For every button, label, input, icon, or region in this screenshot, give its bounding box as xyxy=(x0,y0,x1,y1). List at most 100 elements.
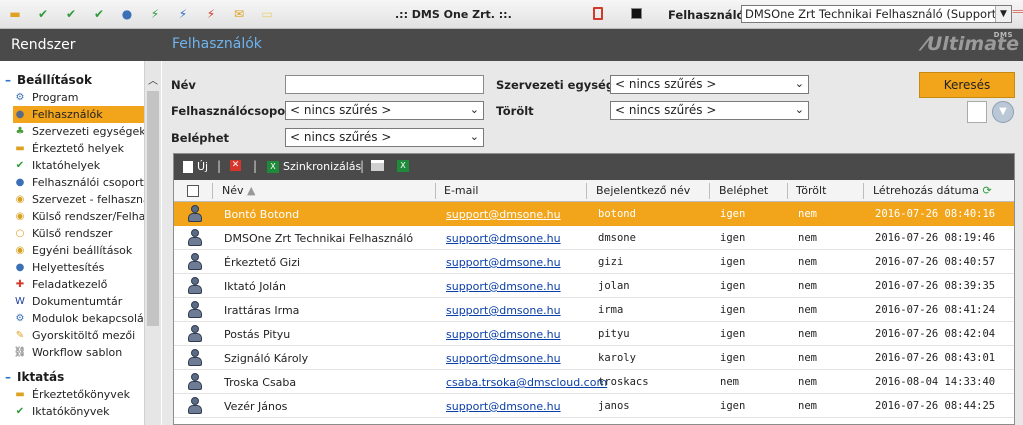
sidebar-item[interactable]: ▬ Érkeztetőkönyvek xyxy=(13,386,144,403)
cell-email[interactable]: support@dmsone.hu xyxy=(446,280,561,293)
sidebar-item[interactable]: ✔ Iktatóhelyek xyxy=(13,157,144,174)
refresh-icon[interactable]: ⟳ xyxy=(982,184,991,197)
sidebar-item[interactable]: ◉ Külső rendszer/Felhasz xyxy=(13,208,144,225)
sidebar-item[interactable]: ⚙ Modulok bekapcsolása xyxy=(13,310,144,327)
scroll-up-icon[interactable]: ︿ xyxy=(146,72,160,87)
cell-created: 2016-07-26 08:41:24 xyxy=(875,304,996,316)
user-icon xyxy=(188,373,202,390)
cell-email[interactable]: support@dmsone.hu xyxy=(446,352,561,365)
chevron-down-icon[interactable]: ▼ xyxy=(995,6,1011,22)
user-icon xyxy=(188,301,202,318)
sidebar-item[interactable]: ✎ Gyorskitöltő mezői xyxy=(13,327,144,344)
check-icon[interactable]: ✔ xyxy=(64,7,78,21)
cell-email[interactable]: support@dmsone.hu xyxy=(446,256,561,269)
col-email[interactable]: E-mail xyxy=(444,184,479,197)
sidebar-item[interactable]: ● Helyettesítés xyxy=(13,259,144,276)
logout-icon[interactable]: ⟹ xyxy=(1012,5,1023,18)
table-row[interactable]: Érkeztető Gizi support@dmsone.hu gizi igen n… xyxy=(174,250,1014,274)
col-login[interactable]: Bejelentkező név xyxy=(596,184,690,197)
col-belephet[interactable]: Beléphet xyxy=(719,184,768,197)
delete-button[interactable]: ✕ xyxy=(230,160,241,171)
scrollbar-thumb[interactable] xyxy=(147,91,159,326)
sidebar-section-iktatas[interactable]: – Iktatás xyxy=(5,370,64,384)
sidebar-item[interactable]: ○ Külső rendszer xyxy=(13,225,144,242)
sync-button[interactable]: X Szinkronizálás xyxy=(267,160,361,173)
collapse-icon[interactable]: – xyxy=(5,370,11,384)
table-row[interactable]: Bontó Botond support@dmsone.hu botond igen n… xyxy=(174,202,1014,226)
col-created[interactable]: Létrehozás dátuma ⟳ xyxy=(873,184,992,197)
sidebar-item[interactable]: ◉ Egyéni beállítások xyxy=(13,242,144,259)
cell-torolt: nem xyxy=(798,328,817,340)
col-nev[interactable]: Név ▲ xyxy=(222,184,255,197)
col-torolt[interactable]: Törölt xyxy=(796,184,826,197)
select-all-checkbox[interactable] xyxy=(187,185,199,197)
sidebar-item[interactable]: ♣ Szervezeti egységek xyxy=(13,123,144,140)
cell-nev: Postás Pityu xyxy=(224,328,291,341)
stop-icon[interactable] xyxy=(631,8,642,19)
szerv-select[interactable]: < nincs szűrés > ⌄ xyxy=(610,75,809,94)
note-icon[interactable]: ▭ xyxy=(260,7,274,21)
print-button[interactable] xyxy=(371,160,384,171)
bolt-blue-icon[interactable]: ⚡ xyxy=(176,7,190,21)
new-icon xyxy=(183,160,193,173)
chevron-down-icon[interactable]: ⌄ xyxy=(795,77,804,90)
cell-created: 2016-07-26 08:40:16 xyxy=(875,208,996,220)
sidebar-item-label: Workflow sablon xyxy=(32,346,123,359)
table-row[interactable]: Troska Csaba csaba.trsoka@dmscloud.com tro… xyxy=(174,370,1014,394)
table-row[interactable]: Vezér János support@dmsone.hu janos igen nem… xyxy=(174,394,1014,418)
belephet-select[interactable]: < nincs szűrés > ⌄ xyxy=(285,128,484,147)
cell-email[interactable]: support@dmsone.hu xyxy=(446,232,561,245)
users-icon[interactable]: ● xyxy=(120,7,134,21)
sidebar-item[interactable]: ✔ Iktatókönyvek xyxy=(13,403,144,420)
sidebar-item[interactable]: ⛓ Workflow sablon xyxy=(13,344,144,361)
mail-icon[interactable]: ✉ xyxy=(232,7,246,21)
bolt-green-icon[interactable]: ⚡ xyxy=(148,7,162,21)
sidebar-item[interactable]: ◉ Szervezet - felhasználó xyxy=(13,191,144,208)
csoport-select[interactable]: < nincs szűrés > ⌄ xyxy=(285,101,484,120)
sidebar-item[interactable]: ● Felhasználói csoportok xyxy=(13,174,144,191)
check-icon[interactable]: ✔ xyxy=(36,7,50,21)
cell-login: troskacs xyxy=(598,376,649,388)
cell-email[interactable]: support@dmsone.hu xyxy=(446,328,561,341)
col-separator xyxy=(709,183,710,199)
cell-email[interactable]: support@dmsone.hu xyxy=(446,400,561,413)
inbox-icon: ▬ xyxy=(15,142,25,154)
cell-nev: Irattáras Irma xyxy=(224,304,300,317)
cell-email[interactable]: support@dmsone.hu xyxy=(446,208,561,221)
chevron-down-icon[interactable]: ⌄ xyxy=(795,103,804,116)
sidebar-item[interactable]: W Dokumentumtár xyxy=(13,293,144,310)
sidebar-item[interactable]: ✚ Feladatkezelő xyxy=(13,276,144,293)
bolt-red-icon[interactable]: ⚡ xyxy=(204,7,218,21)
new-button[interactable]: Új xyxy=(183,160,208,173)
cell-email[interactable]: support@dmsone.hu xyxy=(446,304,561,317)
sidebar-item-label: Külső rendszer xyxy=(32,227,113,240)
expand-circle-icon[interactable]: ▼ xyxy=(992,101,1014,123)
chevron-down-icon[interactable]: ⌄ xyxy=(470,130,479,143)
sidebar-scrollbar[interactable]: ︿ xyxy=(144,61,161,425)
table-row[interactable]: Iktató Jolán support@dmsone.hu jolan igen ne… xyxy=(174,274,1014,298)
sidebar-item[interactable]: ⚙ Program xyxy=(13,89,144,106)
nev-input[interactable] xyxy=(285,75,484,94)
sidebar-item[interactable]: ▬ Érkeztető helyek xyxy=(13,140,144,157)
check-icon[interactable]: ✔ xyxy=(92,7,106,21)
sidebar-section-beallitasok[interactable]: – Beállítások xyxy=(5,73,92,87)
col-separator xyxy=(435,183,436,199)
table-row[interactable]: DMSOne Zrt Technikai Felhasználó support@… xyxy=(174,226,1014,250)
grid-header: Név ▲ E-mail Bejelentkező név Beléphet T… xyxy=(174,180,1014,202)
table-row[interactable]: Irattáras Irma support@dmsone.hu irma igen n… xyxy=(174,298,1014,322)
search-button[interactable]: Keresés xyxy=(919,72,1015,98)
collapse-icon[interactable]: – xyxy=(5,73,11,87)
table-row[interactable]: Szignáló Károly support@dmsone.hu karoly ig… xyxy=(174,346,1014,370)
sidebar-item-label: Egyéni beállítások xyxy=(32,244,133,257)
new-document-icon[interactable] xyxy=(967,101,987,123)
torolt-select[interactable]: < nincs szűrés > ⌄ xyxy=(610,101,809,120)
table-row[interactable]: Postás Pityu support@dmsone.hu pityu igen ne… xyxy=(174,322,1014,346)
clipboard-icon[interactable] xyxy=(593,7,603,20)
chevron-down-icon[interactable]: ⌄ xyxy=(470,103,479,116)
user-select[interactable]: DMSOne Zrt Technikai Felhasználó (Suppor… xyxy=(741,5,1012,23)
sidebar-item[interactable]: ● Felhasználók xyxy=(13,106,144,123)
cell-email[interactable]: csaba.trsoka@dmscloud.com xyxy=(446,376,607,389)
folder-icon[interactable]: ▬ xyxy=(8,7,22,21)
toolbar-separator: | xyxy=(217,159,222,173)
export-excel-button[interactable]: X xyxy=(397,160,413,172)
